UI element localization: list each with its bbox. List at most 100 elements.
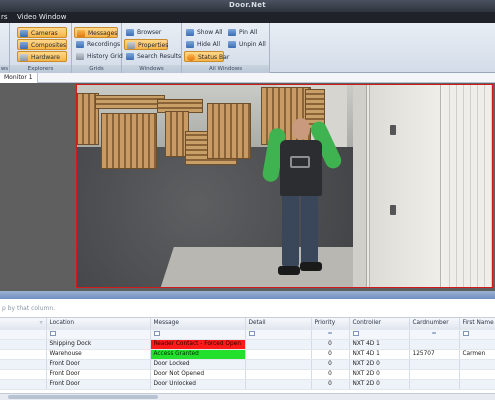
menu-item-video-window[interactable]: Video Window <box>17 13 66 21</box>
column-header[interactable]: ▿ <box>0 318 47 330</box>
filter-funnel-icon[interactable]: ▿ <box>40 319 43 328</box>
location-cell: Warehouse <box>46 349 151 360</box>
status-bar-button[interactable]: Status Bar <box>184 51 229 62</box>
group-by-hint: p by that column. <box>2 305 56 312</box>
filter-cell[interactable]: = <box>311 329 350 340</box>
column-header-message[interactable]: Message <box>150 318 246 330</box>
column-header-priority[interactable]: Priority <box>311 318 350 330</box>
table-header-row: ▿ Location Message Detail Priority Contr… <box>0 318 495 330</box>
controller-cell: NXT 4D 1 <box>349 339 410 350</box>
table-row[interactable]: Front Door Door Not Opened 0 NXT 2D 0 <box>0 369 495 380</box>
pallet-stack <box>101 113 157 169</box>
cardnumber-cell <box>409 379 460 390</box>
pin-all-button[interactable]: Pin All <box>226 27 260 38</box>
window-title: Door.Net <box>229 1 266 9</box>
row-cell <box>0 369 47 380</box>
group-label: ws <box>0 65 9 73</box>
composites-button[interactable]: Composites <box>17 39 67 50</box>
controller-cell: NXT 2D 0 <box>349 379 410 390</box>
filter-cell[interactable] <box>245 329 312 340</box>
unpin-icon <box>228 41 236 48</box>
ribbon-group-windows: Browser Properties Search Results Window… <box>122 23 182 73</box>
person-head <box>292 118 310 140</box>
history-grid-button[interactable]: History Grid <box>74 51 126 62</box>
hardware-icon <box>20 54 28 61</box>
detail-cell <box>245 379 312 390</box>
message-cell: Door Unlocked <box>150 379 246 390</box>
search-results-button[interactable]: Search Results <box>124 51 184 62</box>
detail-cell <box>245 369 312 380</box>
group-label: Explorers <box>10 65 71 73</box>
hinge <box>390 125 396 135</box>
filter-cell[interactable] <box>150 329 246 340</box>
search-icon <box>126 53 134 60</box>
browser-icon <box>126 29 134 36</box>
cardnumber-cell <box>409 369 460 380</box>
properties-icon <box>127 42 135 49</box>
column-header-first-name[interactable]: First Name <box>459 318 495 330</box>
filter-icon[interactable] <box>153 330 160 336</box>
camera-video-feed[interactable] <box>76 84 493 288</box>
monitor-tab-strip: Monitor 1 <box>0 73 495 83</box>
door <box>369 85 441 287</box>
message-cell: Door Locked <box>150 359 246 370</box>
horizontal-scrollbar[interactable] <box>0 393 495 400</box>
monitor-pane <box>0 83 495 291</box>
hardware-button[interactable]: Hardware <box>17 51 67 62</box>
column-header-controller[interactable]: Controller <box>349 318 410 330</box>
first-name-cell <box>459 359 495 370</box>
hide-all-button[interactable]: Hide All <box>184 39 223 50</box>
cardnumber-cell <box>409 359 460 370</box>
column-header-cardnumber[interactable]: Cardnumber <box>409 318 460 330</box>
filter-cell[interactable] <box>459 329 495 340</box>
hide-all-icon <box>186 41 194 48</box>
filter-cell[interactable] <box>0 329 47 340</box>
filter-icon[interactable] <box>49 330 56 336</box>
shirt-logo <box>290 156 310 168</box>
filter-cell[interactable] <box>349 329 410 340</box>
properties-button[interactable]: Properties <box>124 39 168 50</box>
person-leg <box>282 194 299 266</box>
column-header-location[interactable]: Location <box>46 318 151 330</box>
info-icon <box>187 54 195 61</box>
messages-table: ▿ Location Message Detail Priority Contr… <box>0 318 495 390</box>
cameras-button[interactable]: Cameras <box>17 27 67 38</box>
controller-cell: NXT 4D 1 <box>349 349 410 360</box>
pin-icon <box>228 29 236 36</box>
filter-icon[interactable] <box>352 330 359 336</box>
row-cell <box>0 379 47 390</box>
row-cell <box>0 359 47 370</box>
building <box>353 85 492 287</box>
door-frame <box>353 85 367 287</box>
table-row[interactable]: Front Door Door Locked 0 NXT 2D 0 <box>0 359 495 370</box>
table-row[interactable]: Front Door Door Unlocked 0 NXT 2D 0 <box>0 379 495 390</box>
pane-splitter[interactable] <box>0 291 495 299</box>
message-cell: Door Not Opened <box>150 369 246 380</box>
scrollbar-thumb[interactable] <box>8 395 158 399</box>
messages-button[interactable]: Messages <box>74 27 118 38</box>
unpin-all-button[interactable]: Unpin All <box>226 39 269 50</box>
menu-item-windows[interactable]: rs <box>1 13 8 21</box>
filter-icon[interactable] <box>462 330 469 336</box>
column-header-detail[interactable]: Detail <box>245 318 312 330</box>
filter-icon[interactable] <box>248 330 255 336</box>
filter-cell[interactable] <box>46 329 151 340</box>
title-bar: Door.Net <box>0 0 495 12</box>
location-cell: Front Door <box>46 359 151 370</box>
group-label: Windows <box>122 65 181 73</box>
row-cell <box>0 339 47 350</box>
location-cell: Front Door <box>46 369 151 380</box>
group-by-bar[interactable]: p by that column. <box>0 299 495 318</box>
tab-monitor-1[interactable]: Monitor 1 <box>0 73 38 83</box>
history-grid-icon <box>76 53 84 60</box>
recordings-button[interactable]: Recordings <box>74 39 123 50</box>
table-row[interactable]: Warehouse Access Granted 0 NXT 4D 1 1257… <box>0 349 495 360</box>
show-all-button[interactable]: Show All <box>184 27 226 38</box>
partial-button-1[interactable] <box>0 26 6 37</box>
messages-grid: ▿ Location Message Detail Priority Contr… <box>0 318 495 400</box>
table-row[interactable]: Shipping Dock Reader Contact - Forced Op… <box>0 339 495 350</box>
partial-button-2[interactable] <box>0 41 6 52</box>
browser-button[interactable]: Browser <box>124 27 164 38</box>
filter-cell[interactable]: = <box>409 329 460 340</box>
priority-cell: 0 <box>311 339 350 350</box>
